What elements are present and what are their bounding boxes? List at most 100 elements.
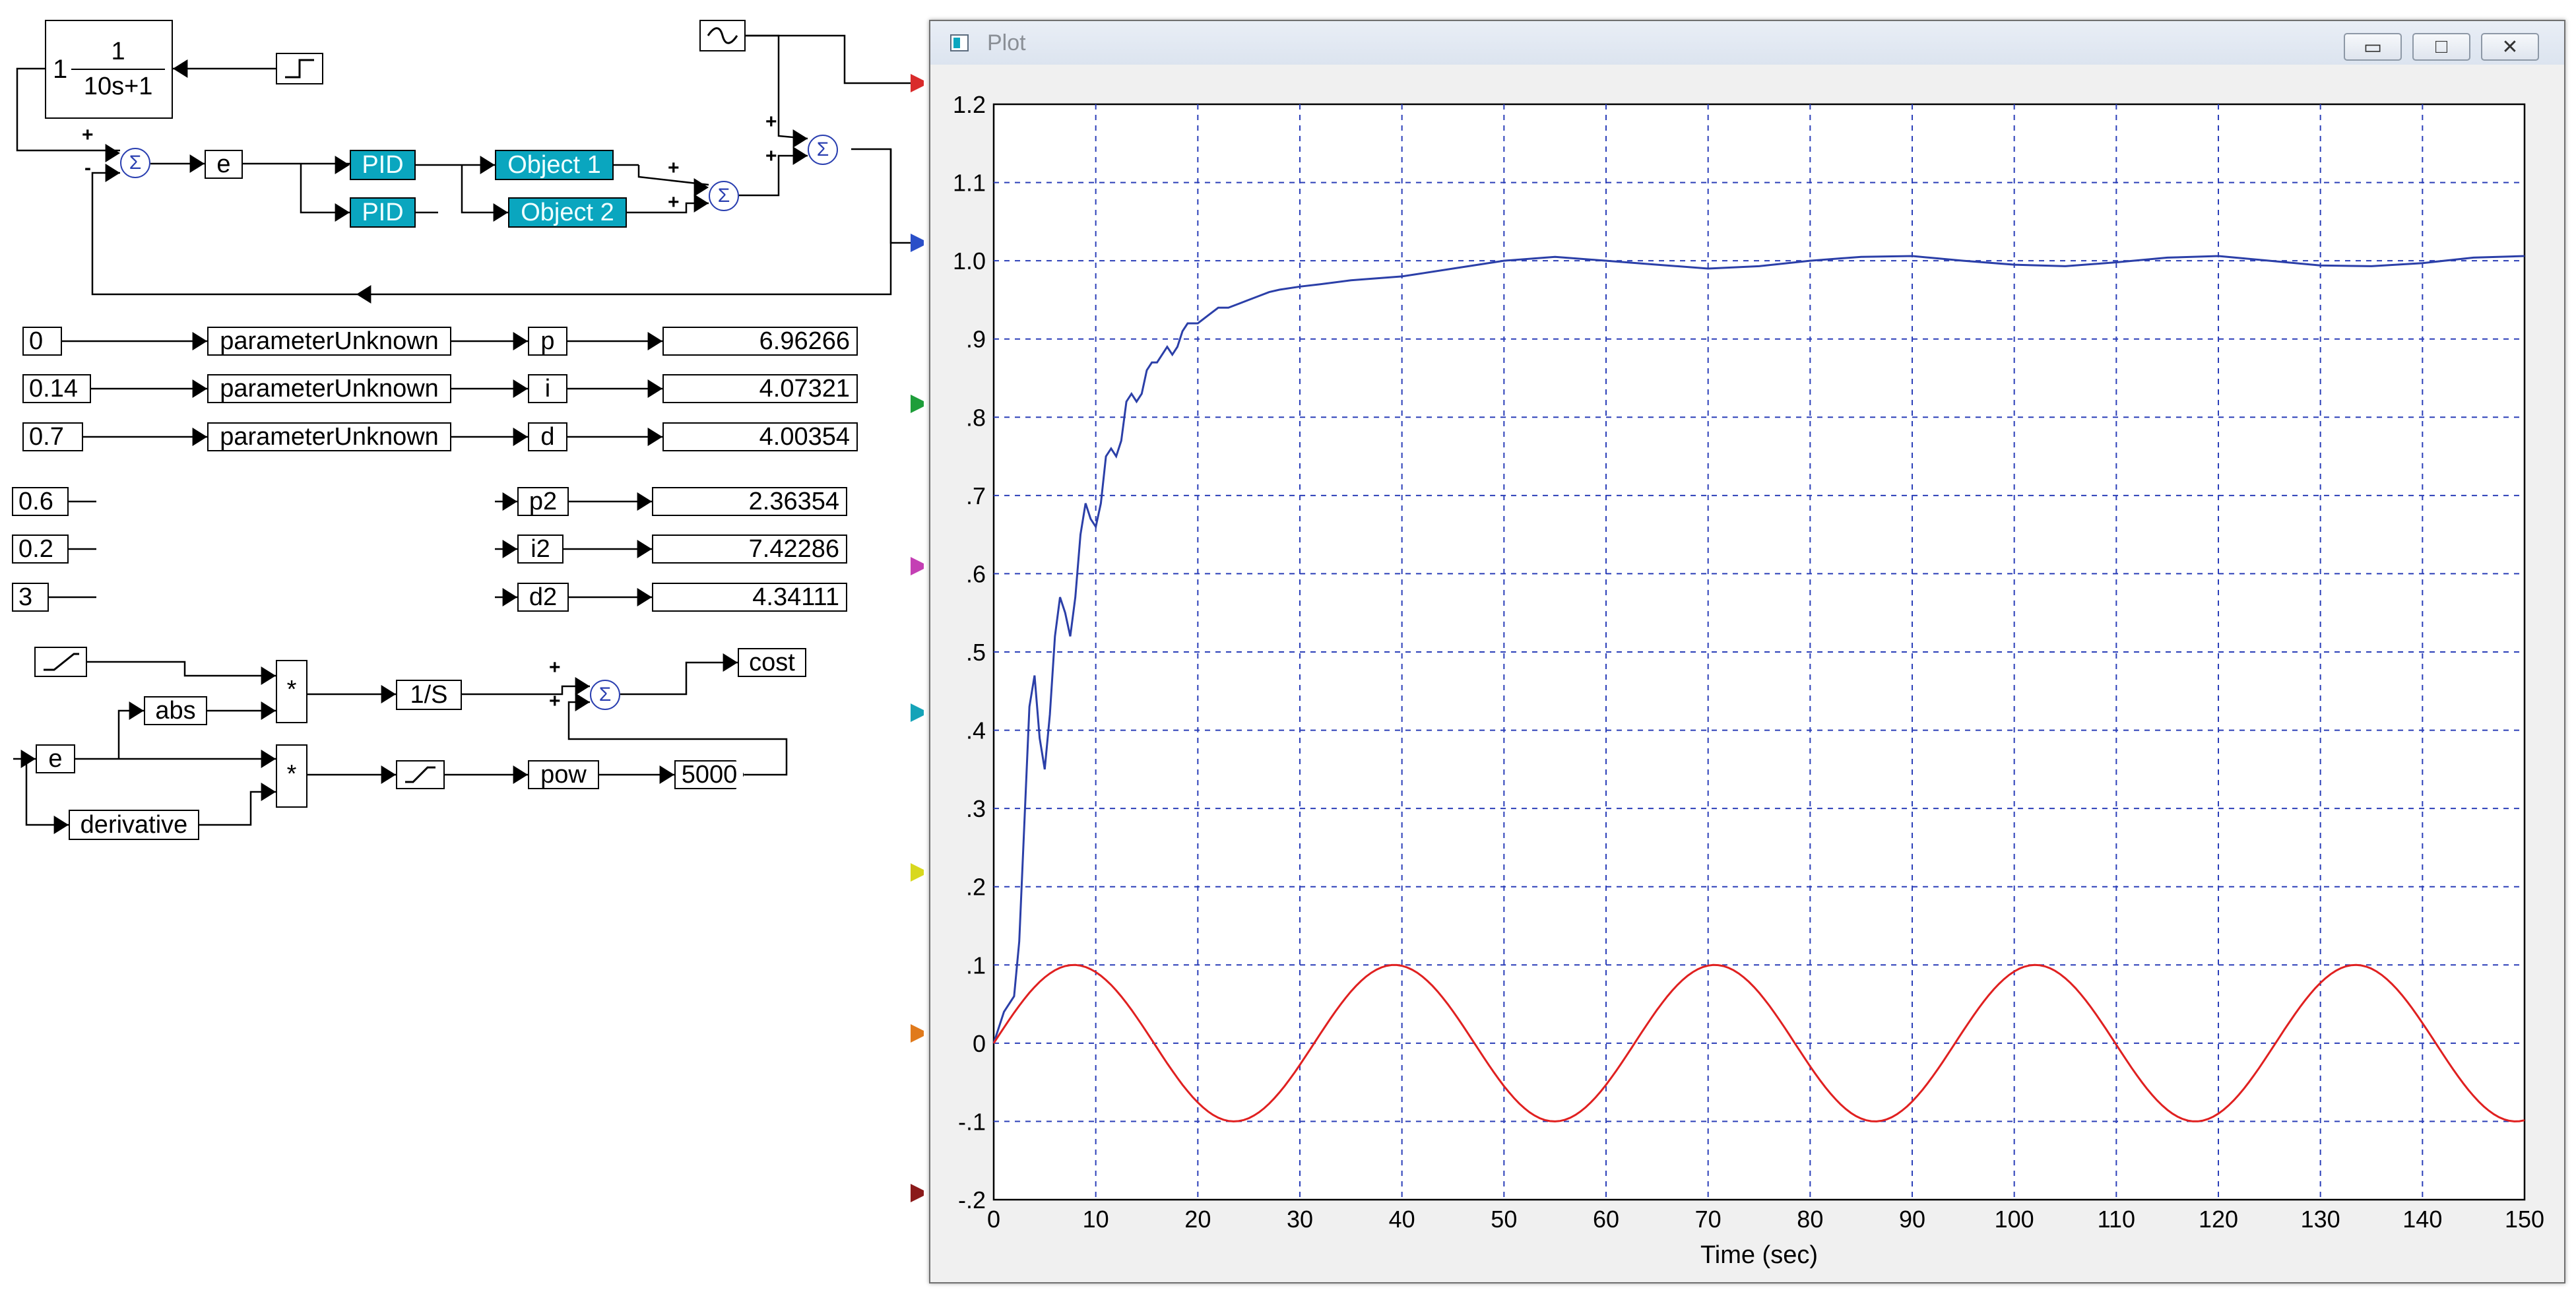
y-tick-label: .3 [966, 795, 986, 822]
step-source-block[interactable] [276, 53, 323, 84]
close-button[interactable]: ✕ [2481, 33, 2539, 61]
param-input-p[interactable]: 0 [22, 327, 62, 356]
sum3-plus-sign-b: + [765, 145, 777, 167]
scope-port-1 [911, 74, 924, 92]
wire-arrow [129, 701, 144, 720]
wire-arrow [502, 540, 517, 558]
object-2-block[interactable]: Object 2 [508, 197, 627, 228]
constant-p2[interactable]: 0.6 [12, 487, 69, 516]
x-axis-label: Time (sec) [1700, 1241, 1818, 1269]
error-input-block[interactable]: e [36, 744, 75, 773]
x-tick-label: 90 [1899, 1206, 1925, 1233]
sum3-plus-sign-a: + [765, 111, 777, 133]
y-tick-label: .8 [966, 404, 986, 431]
param-name-p2[interactable]: p2 [517, 487, 569, 516]
param-unknown-d[interactable]: parameterUnknown [207, 422, 451, 451]
y-tick-label: .1 [966, 952, 986, 979]
wire-arrow [192, 332, 207, 350]
x-tick-label: 100 [1995, 1206, 2034, 1233]
sum1-plus-sign: + [82, 124, 94, 146]
derivative-block[interactable]: derivative [69, 810, 199, 840]
param-name-d[interactable]: d [528, 422, 567, 451]
x-tick-label: 140 [2402, 1206, 2442, 1233]
y-tick-label: -.2 [958, 1186, 986, 1214]
wire-arrow [637, 540, 652, 558]
wire-arrow [659, 765, 674, 784]
param-name-i[interactable]: i [528, 374, 567, 403]
sum2-plus-sign-a: + [668, 157, 680, 179]
wire-arrow [356, 285, 371, 304]
param-input-i[interactable]: 0.14 [22, 374, 91, 403]
param-display-i: 4.07321 [662, 374, 858, 403]
wire-arrow [723, 653, 738, 672]
transfer-denominator: 10s+1 [83, 73, 153, 100]
sine-source-block[interactable] [699, 20, 746, 51]
param-name-i2[interactable]: i2 [517, 535, 564, 564]
x-tick-label: 60 [1593, 1206, 1619, 1233]
saturation-block[interactable] [396, 760, 445, 789]
wire-arrow [261, 750, 276, 768]
multiply-block-2[interactable]: * [276, 744, 307, 808]
scope-port-6 [911, 863, 924, 882]
wire-arrow [261, 666, 276, 685]
wire-arrow [493, 203, 508, 222]
wire-arrow [502, 588, 517, 606]
wire-arrow [20, 750, 36, 768]
wire-arrow [792, 146, 808, 165]
constant-d2[interactable]: 3 [12, 583, 49, 612]
object-1-block[interactable]: Object 1 [495, 150, 614, 180]
ramp-source-block[interactable] [34, 647, 87, 677]
cost-output-block[interactable]: cost [738, 648, 806, 677]
error-signal-block[interactable]: e [205, 150, 243, 179]
x-tick-label: 30 [1287, 1206, 1313, 1233]
wire-arrow [575, 677, 590, 696]
y-tick-label: 1.2 [953, 91, 986, 118]
plot-window[interactable]: Plot ▭ □ ✕ 0 10 20 30 40 50 60 70 80 90 100 110 120 1… [929, 20, 2565, 1283]
scope-port-8 [911, 1184, 924, 1202]
scope-port-7 [911, 1024, 924, 1043]
sum-block-3[interactable]: Σ [808, 135, 838, 165]
sum-block-1[interactable]: Σ [120, 148, 150, 178]
plot-titlebar[interactable]: Plot ▭ □ ✕ [930, 21, 2564, 65]
sum1-minus-sign: - [84, 157, 91, 179]
sum2-plus-sign-b: + [668, 191, 680, 213]
x-tick-label: 150 [2505, 1206, 2544, 1233]
param-unknown-i[interactable]: parameterUnknown [207, 374, 451, 403]
sumcost-plus-sign-b: + [549, 690, 561, 712]
pid-block-2[interactable]: PID [350, 197, 416, 228]
wire-arrow [792, 129, 808, 148]
plot-canvas: 0 10 20 30 40 50 60 70 80 90 100 110 120 130 140 150 1.2… [953, 91, 2544, 1269]
param-name-d2[interactable]: d2 [517, 583, 569, 612]
pow-block[interactable]: pow [528, 760, 599, 789]
param-input-d[interactable]: 0.7 [22, 422, 83, 451]
scope-port-2 [911, 234, 924, 252]
wire-arrow [261, 701, 276, 720]
y-tick-label: .5 [966, 639, 986, 666]
wire-arrow [647, 428, 662, 446]
const-5000-block[interactable]: 5000 [674, 760, 744, 789]
y-tick-label: 1.1 [953, 170, 986, 197]
sum-block-cost[interactable]: Σ [590, 680, 620, 710]
sum-block-2[interactable]: Σ [709, 181, 739, 211]
abs-block[interactable]: abs [144, 696, 207, 725]
param-unknown-p[interactable]: parameterUnknown [207, 327, 451, 356]
wire-arrow [575, 693, 590, 711]
pid-block-1[interactable]: PID [350, 150, 416, 180]
transfer-function-block[interactable]: 1 1 10s+1 [45, 20, 173, 119]
transfer-numerator: 1 [111, 38, 125, 65]
wire-arrow [502, 492, 517, 511]
maximize-button[interactable]: □ [2412, 33, 2470, 61]
minimize-button[interactable]: ▭ [2344, 33, 2402, 61]
sine-icon [707, 27, 738, 44]
constant-i2[interactable]: 0.2 [12, 535, 69, 564]
sumcost-plus-sign-a: + [549, 657, 561, 678]
multiply-block-1[interactable]: * [276, 660, 307, 723]
step-icon [285, 59, 314, 79]
x-tick-label: 50 [1491, 1206, 1517, 1233]
y-tick-label: 1.0 [953, 247, 986, 275]
param-name-p[interactable]: p [528, 327, 567, 356]
wire-arrow [513, 428, 528, 446]
wire-arrow [381, 685, 396, 703]
integrator-block[interactable]: 1/S [396, 680, 462, 710]
wire-arrow [192, 379, 207, 398]
